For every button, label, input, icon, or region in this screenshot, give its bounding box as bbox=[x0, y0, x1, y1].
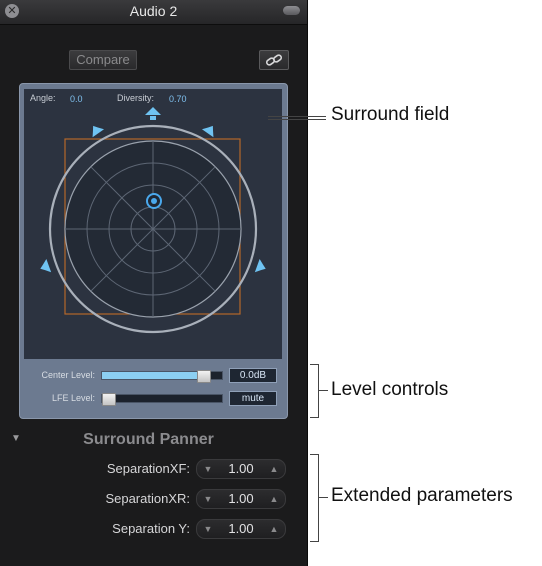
callout-line-surround-field bbox=[268, 116, 326, 117]
separation-xr-value[interactable]: 1.00 bbox=[215, 490, 267, 508]
callout-bracket-ext bbox=[318, 454, 319, 542]
window-title: Audio 2 bbox=[129, 3, 178, 19]
chevron-up-icon[interactable]: ▲ bbox=[266, 520, 282, 538]
link-button[interactable] bbox=[259, 50, 289, 70]
separation-xr-stepper[interactable]: ▼ 1.00 ▲ bbox=[196, 489, 286, 509]
separation-xf-label: SeparationXF: bbox=[106, 461, 190, 476]
lfe-level-label: LFE Level: bbox=[51, 393, 95, 403]
separation-y-value[interactable]: 1.00 bbox=[215, 520, 267, 538]
center-level-fill bbox=[102, 372, 203, 379]
surround-field[interactable]: Angle: 0.0 Diversity: 0.70 bbox=[24, 89, 282, 359]
separation-xr-label: SeparationXR: bbox=[105, 491, 190, 506]
separation-xf-stepper[interactable]: ▼ 1.00 ▲ bbox=[196, 459, 286, 479]
lfe-level-slider[interactable] bbox=[101, 393, 223, 406]
center-level-slider[interactable] bbox=[101, 370, 223, 383]
speaker-icon bbox=[92, 125, 105, 138]
separation-y-label: Separation Y: bbox=[112, 521, 190, 536]
chevron-up-icon[interactable]: ▲ bbox=[266, 490, 282, 508]
chevron-down-icon[interactable]: ▼ bbox=[200, 520, 216, 538]
callout-bracket-bottom-ext bbox=[310, 541, 318, 542]
center-level-label: Center Level: bbox=[41, 370, 95, 380]
separation-y-stepper[interactable]: ▼ 1.00 ▲ bbox=[196, 519, 286, 539]
compare-button[interactable]: Compare bbox=[69, 50, 137, 70]
title-bar: ✕ Audio 2 bbox=[0, 0, 307, 25]
plugin-window: ✕ Audio 2 Compare Angle: 0.0 Diversity: … bbox=[0, 0, 308, 566]
link-icon bbox=[265, 54, 283, 66]
zoom-icon[interactable] bbox=[283, 6, 300, 15]
surround-panner-title: Surround Panner bbox=[83, 431, 214, 448]
center-level-value[interactable]: 0.0dB bbox=[229, 368, 277, 383]
speaker-icon bbox=[40, 259, 52, 273]
callout-bracket-bottom bbox=[310, 417, 318, 418]
chevron-up-icon[interactable]: ▲ bbox=[266, 460, 282, 478]
speaker-icon bbox=[201, 125, 214, 138]
surround-field-graphic bbox=[40, 107, 266, 334]
callout-level-controls: Level controls bbox=[331, 379, 449, 400]
speaker-icon bbox=[254, 259, 266, 273]
lfe-level-value[interactable]: mute bbox=[229, 391, 277, 406]
callout-extended-parameters: Extended parameters bbox=[331, 485, 513, 506]
callout-bracket-tick-ext bbox=[318, 497, 328, 498]
chevron-down-icon[interactable]: ▼ bbox=[200, 490, 216, 508]
callout-bracket-top-ext bbox=[310, 454, 318, 455]
callout-bracket-top bbox=[310, 364, 318, 365]
callout-bracket-level bbox=[318, 364, 319, 418]
lfe-level-knob[interactable] bbox=[102, 393, 116, 406]
speaker-icon bbox=[145, 107, 161, 120]
callout-bracket-tick bbox=[318, 390, 328, 391]
separation-xf-value[interactable]: 1.00 bbox=[215, 460, 267, 478]
center-level-knob[interactable] bbox=[197, 370, 211, 383]
chevron-down-icon[interactable]: ▼ bbox=[200, 460, 216, 478]
callout-surround-field: Surround field bbox=[331, 104, 450, 125]
callout-line-surround-field-2 bbox=[268, 119, 326, 120]
